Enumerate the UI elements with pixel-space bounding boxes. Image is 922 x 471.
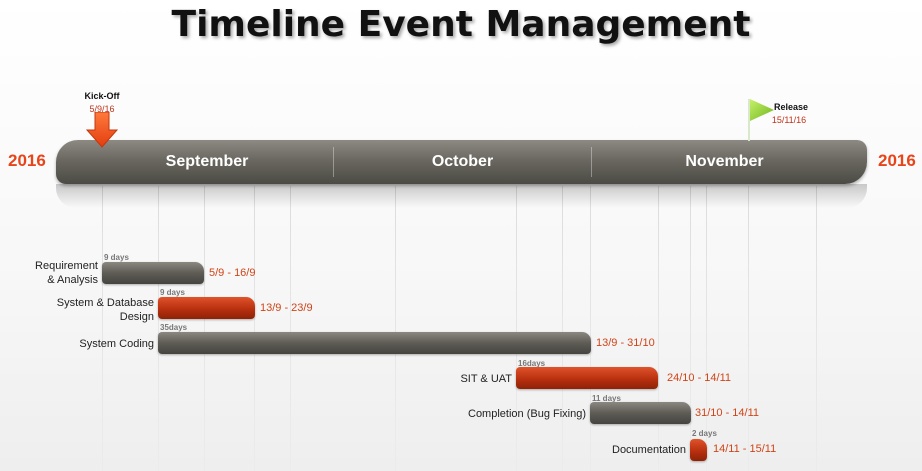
gridline — [562, 186, 563, 471]
task-date-range: 13/9 - 23/9 — [260, 302, 313, 314]
gridline — [590, 186, 591, 471]
gridline — [816, 186, 817, 471]
timeline-band: September October November — [56, 140, 867, 184]
gridline — [690, 186, 691, 471]
task-name: System Coding — [79, 338, 154, 350]
task-bar[interactable] — [516, 367, 658, 389]
month-label-october: October — [431, 153, 494, 170]
release-date: 15/11/16 — [771, 115, 807, 125]
gridline — [290, 186, 291, 471]
gridline — [516, 186, 517, 471]
gridline — [102, 186, 103, 471]
gridline — [658, 186, 659, 471]
timeline-band-reflection — [56, 184, 867, 208]
task-bar[interactable] — [158, 297, 255, 319]
task-date-range: 13/9 - 31/10 — [596, 337, 655, 349]
task-duration: 2 days — [692, 429, 717, 438]
release-label: Release — [773, 102, 809, 112]
task-bar[interactable] — [102, 262, 204, 284]
gridline — [204, 186, 205, 471]
task-date-range: 5/9 - 16/9 — [209, 267, 256, 279]
task-name: Completion (Bug Fixing) — [468, 408, 586, 420]
arrow-down-icon — [86, 112, 118, 148]
kickoff-label: Kick-Off — [84, 91, 120, 101]
year-label-left: 2016 — [8, 151, 46, 170]
gridline — [395, 186, 396, 471]
page-title: Timeline Event Management — [171, 4, 751, 45]
task-date-range: 31/10 - 14/11 — [695, 407, 760, 419]
task-bar[interactable] — [590, 402, 691, 424]
task-duration: 9 days — [160, 288, 185, 297]
gridline — [254, 186, 255, 471]
gridline — [748, 186, 749, 471]
gridline — [158, 186, 159, 471]
task-date-range: 14/11 - 15/11 — [713, 443, 777, 455]
month-label-november: November — [685, 153, 764, 170]
year-label-right: 2016 — [878, 151, 916, 170]
task-name: System & Database Design — [56, 297, 154, 323]
task-name: Documentation — [612, 444, 686, 456]
task-name: Requirement & Analysis — [35, 260, 98, 286]
task-bar[interactable] — [690, 439, 707, 461]
task-name: SIT & UAT — [460, 373, 512, 385]
task-bar[interactable] — [158, 332, 591, 354]
task-date-range: 24/10 - 14/11 — [667, 372, 732, 384]
task-duration: 35days — [160, 323, 188, 332]
task-duration: 9 days — [104, 253, 129, 262]
